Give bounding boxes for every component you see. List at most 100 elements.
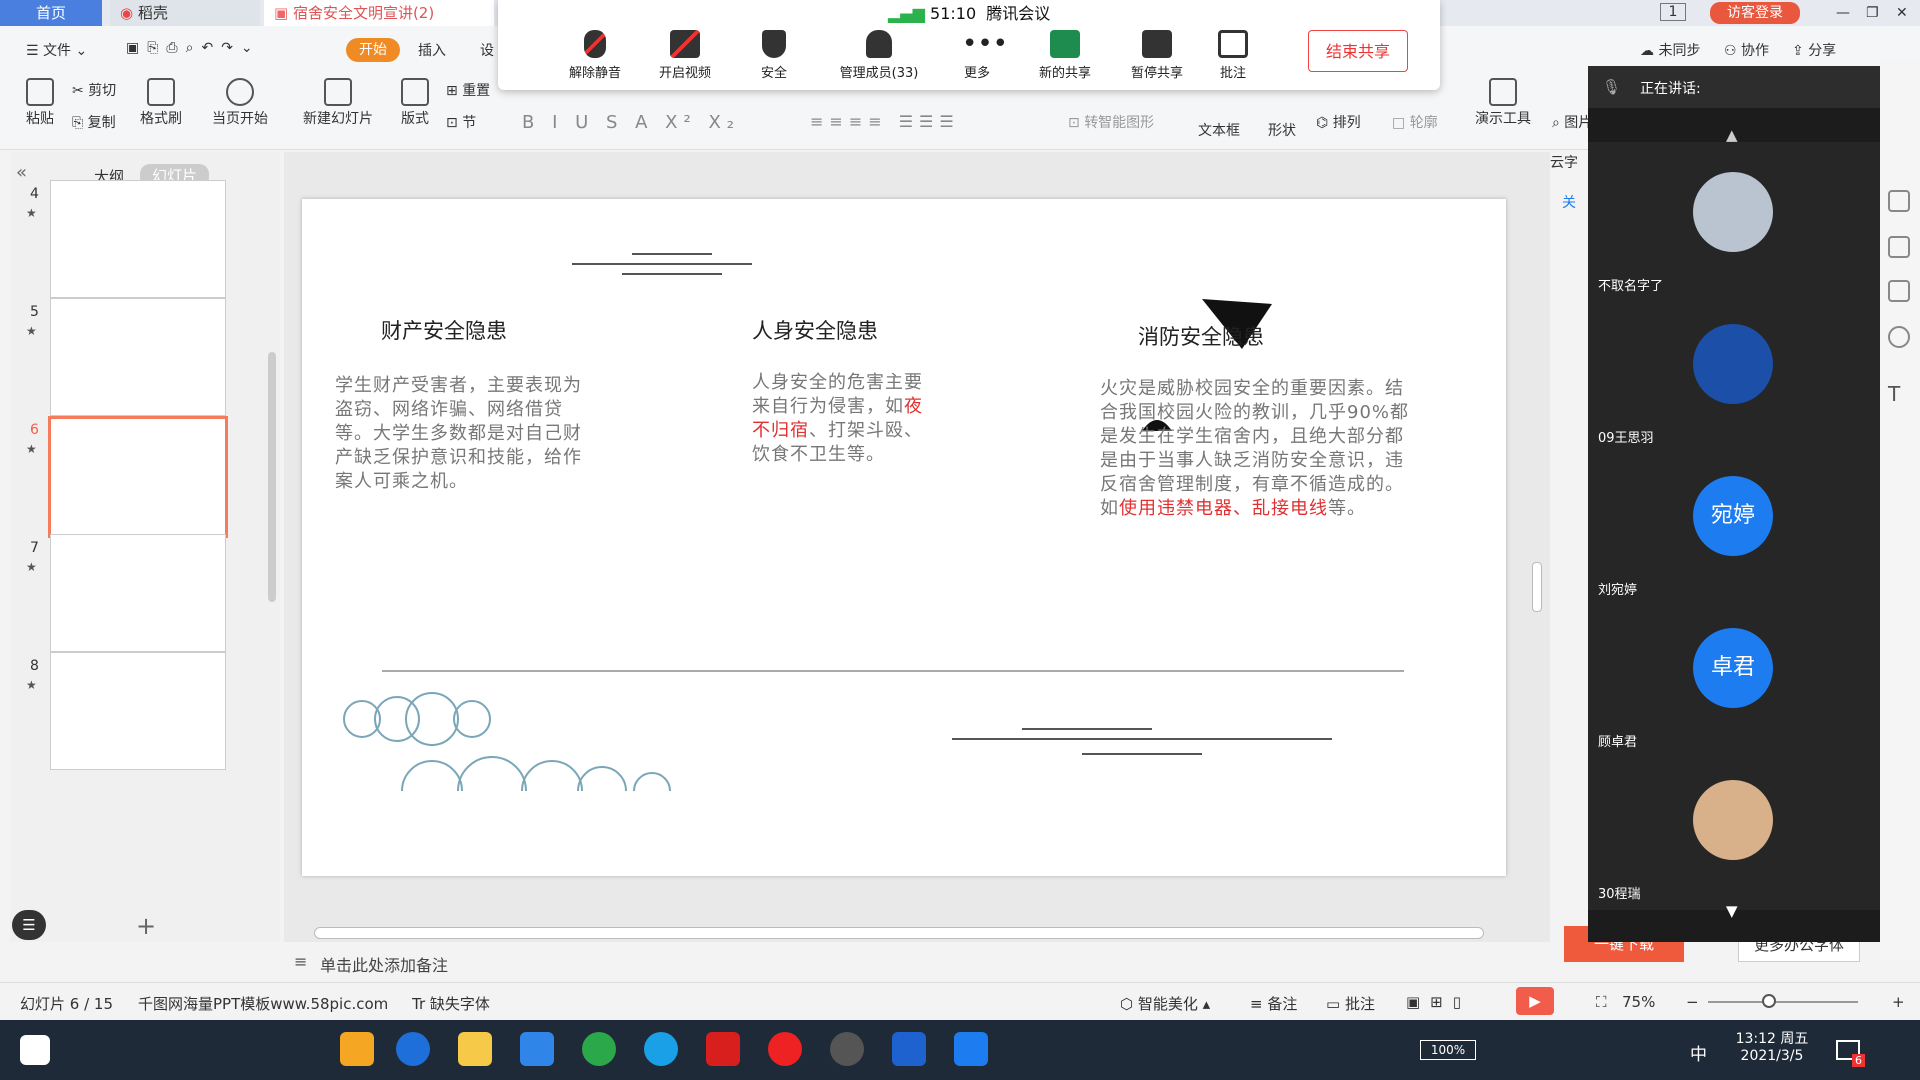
help-icon[interactable] <box>1888 326 1910 348</box>
avatar-app-icon[interactable] <box>830 1032 864 1066</box>
layout-button[interactable]: 版式 <box>392 78 438 128</box>
text-tool-icon[interactable]: T <box>1888 382 1910 406</box>
file-explorer-icon[interactable] <box>458 1032 492 1066</box>
present-tools-button[interactable]: 演示工具 <box>1468 78 1538 128</box>
zoom-in-icon[interactable]: + <box>1892 993 1905 1011</box>
guest-login-button[interactable]: 访客登录 <box>1710 2 1800 24</box>
view-mode-icons[interactable]: ▣⊞▯ <box>1406 993 1471 1011</box>
shape-button[interactable]: 形状 <box>1262 120 1302 140</box>
end-share-button[interactable]: 结束共享 <box>1308 30 1408 72</box>
new-share-button[interactable]: 新的共享 <box>1020 30 1110 81</box>
format-painter-button[interactable]: 格式刷 <box>136 78 186 128</box>
arrange-button[interactable]: ⌬ 排列 <box>1316 112 1361 132</box>
security-button[interactable]: 安全 <box>744 30 804 81</box>
tab-insert[interactable]: 插入 <box>418 40 446 60</box>
annotate-button[interactable]: 批注 <box>1198 30 1268 81</box>
zoom-out-icon[interactable]: − <box>1686 993 1699 1011</box>
battery-indicator[interactable]: 100% <box>1420 1040 1476 1060</box>
minimize-icon[interactable]: — <box>1836 0 1850 26</box>
participant-tile[interactable]: 不取名字了 <box>1588 142 1880 302</box>
start-video-button[interactable]: 开启视频 <box>640 30 730 81</box>
tab-design[interactable]: 设 <box>480 40 494 60</box>
play-from-current-button[interactable]: 当页开始 <box>204 78 276 128</box>
cut-button[interactable]: ✂ 剪切 <box>72 80 116 100</box>
tencent-meeting-icon[interactable] <box>954 1032 988 1066</box>
pin-icon[interactable] <box>1888 236 1910 258</box>
cloud-sync-status[interactable]: ☁ 未同步 <box>1640 40 1700 60</box>
play-slideshow-button[interactable]: ▶ <box>1516 987 1554 1015</box>
textbox-button[interactable]: 文本框 <box>1194 120 1244 140</box>
share-button[interactable]: ⇪ 分享 <box>1792 40 1836 60</box>
netease-music-icon[interactable] <box>768 1032 802 1066</box>
paragraph-align-icons[interactable]: ≡≡≡≡ ☰☰☰ <box>810 112 960 131</box>
participant-tile[interactable]: 09王思羽 <box>1588 294 1880 454</box>
file-menu[interactable]: ☰ 文件 ⌄ <box>26 40 87 60</box>
outline-button[interactable]: □ 轮廓 <box>1392 112 1438 132</box>
slide-thumbnail[interactable] <box>50 534 226 652</box>
close-icon[interactable]: ✕ <box>1896 0 1908 26</box>
clock[interactable]: 13:12 周五 2021/3/5 <box>1724 1028 1820 1064</box>
tab-count-badge[interactable]: 1 <box>1660 3 1686 21</box>
font-format-icons[interactable]: B I U S A X² X₂ <box>522 112 740 133</box>
edge-icon[interactable] <box>644 1032 678 1066</box>
copy-button[interactable]: ⎘ 复制 <box>72 112 116 132</box>
canvas-scrollbar[interactable] <box>1532 212 1542 912</box>
add-slide-icon[interactable]: + <box>136 912 156 940</box>
comment-toggle[interactable]: ▭ 批注 <box>1326 993 1375 1014</box>
menu-list-icon[interactable]: ☰ <box>12 910 46 940</box>
layout-label: 版式 <box>401 111 429 127</box>
reset-button[interactable]: ⊞ 重置 <box>446 80 490 100</box>
cloud-font-tab[interactable]: 云字 <box>1550 152 1590 182</box>
smart-graphic-button[interactable]: ⊡ 转智能图形 <box>1068 112 1154 132</box>
youdao-icon[interactable] <box>706 1032 740 1066</box>
store-icon[interactable] <box>340 1032 374 1066</box>
participant-tile[interactable]: 30程瑞 <box>1588 750 1880 910</box>
manage-members-button[interactable]: 管理成员(33) <box>824 30 934 81</box>
thumbnail-number: 6 <box>30 422 39 438</box>
tab-home[interactable]: 首页 <box>0 0 102 26</box>
start-icon[interactable] <box>20 1035 50 1065</box>
quick-access-icons[interactable]: ▣⎘⎙⌕↶↷⌄ <box>126 40 261 56</box>
collab-button[interactable]: ⚇ 协作 <box>1724 40 1769 60</box>
wps-icon[interactable] <box>892 1032 926 1066</box>
copy-icon[interactable] <box>1888 280 1910 302</box>
slide-thumbnail[interactable] <box>50 298 226 416</box>
smart-beautify-button[interactable]: ⬡ 智能美化 ▴ <box>1120 993 1210 1014</box>
pause-share-button[interactable]: 暂停共享 <box>1112 30 1202 81</box>
zoom-level[interactable]: 75% <box>1622 993 1655 1011</box>
tab-document[interactable]: ▣ 宿舍安全文明宣讲(2)(1).pptx <box>264 0 494 48</box>
collapse-panel-icon[interactable]: « <box>16 162 27 183</box>
tab-start[interactable]: 开始 <box>346 38 400 62</box>
new-slide-button[interactable]: 新建幻灯片 <box>294 78 382 128</box>
horizontal-scrollbar[interactable] <box>314 927 1484 939</box>
section-button[interactable]: ⊡ 节 <box>446 112 476 132</box>
restore-icon[interactable]: ❐ <box>1866 0 1879 26</box>
slide-thumbnail[interactable] <box>48 416 228 538</box>
participant-tile[interactable]: 卓君 顾卓君 <box>1588 598 1880 758</box>
slide[interactable]: 财产安全隐患 学生财产受害者，主要表现为盗窃、网络诈骗、网络借贷等。大学生多数都… <box>302 199 1506 876</box>
lenovo-icon[interactable] <box>396 1032 430 1066</box>
participant-tile[interactable]: 宛婷 刘宛婷 <box>1588 446 1880 606</box>
scroll-down-icon[interactable]: ▼ <box>1726 902 1738 920</box>
thumbnail-scrollbar[interactable] <box>268 352 276 602</box>
browser-360-icon[interactable] <box>582 1032 616 1066</box>
slide-thumbnail[interactable] <box>50 652 226 770</box>
notes-toggle[interactable]: ≡ 备注 <box>1250 993 1297 1014</box>
slide-thumbnail[interactable] <box>50 180 226 298</box>
more-button[interactable]: ••• 更多 <box>942 30 1012 81</box>
ime-indicator[interactable]: 中 <box>1690 1040 1707 1065</box>
play-icon <box>226 78 254 106</box>
zoom-slider-thumb[interactable] <box>1762 994 1776 1008</box>
notes-area[interactable]: ≡ 单击此处添加备注 <box>284 942 1550 982</box>
tab-docer[interactable]: ◉ 稻壳 <box>110 0 260 26</box>
mic-icon: 🎙 <box>1602 78 1622 96</box>
fit-icon[interactable]: ⛶ <box>1596 993 1607 1011</box>
missing-font-button[interactable]: Tr 缺失字体 <box>412 993 490 1014</box>
settings-icon[interactable] <box>1888 190 1910 212</box>
unmute-button[interactable]: 解除静音 <box>550 30 640 81</box>
picture-button[interactable]: ⌕ 图片 <box>1552 112 1592 132</box>
mail-icon[interactable] <box>520 1032 554 1066</box>
paste-button[interactable]: 粘贴 <box>20 78 60 128</box>
zoom-slider[interactable] <box>1708 1001 1858 1003</box>
cloud-font-close[interactable]: 关 <box>1562 192 1576 212</box>
